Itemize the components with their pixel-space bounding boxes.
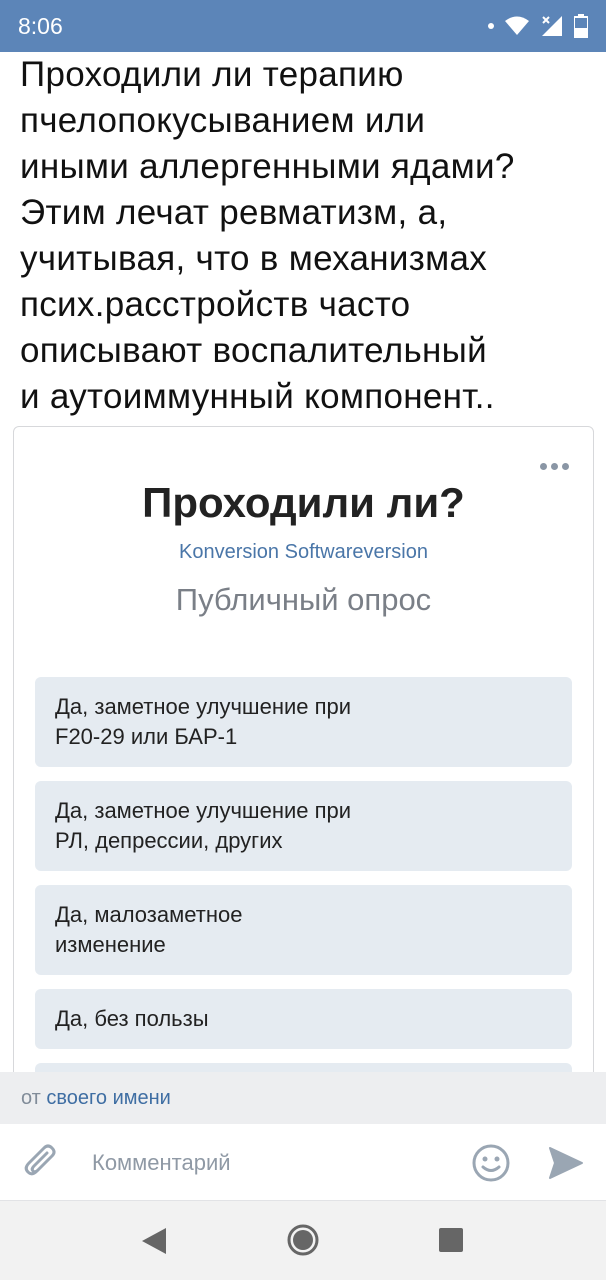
status-bar: 8:06: [0, 0, 606, 52]
poll-title: Проходили ли?: [142, 479, 465, 526]
poll-type: Публичный опрос: [175, 582, 432, 617]
paperclip-icon[interactable]: [22, 1142, 62, 1182]
post-as-prefix: от: [21, 1087, 41, 1109]
poll-option[interactable]: Да, без пользы: [35, 989, 572, 1049]
poll-option[interactable]: Да, заметное улучшение при РЛ, депрессии…: [35, 781, 572, 871]
status-time: 8:06: [18, 13, 63, 39]
comment-input[interactable]: [90, 1142, 454, 1184]
smiley-icon[interactable]: [470, 1142, 512, 1184]
poll-card: Проходили ли? Konversion Softwareversion…: [13, 426, 594, 1128]
battery-icon: [574, 14, 588, 38]
send-icon[interactable]: [547, 1144, 585, 1182]
status-icons: [488, 14, 588, 38]
post-text: Проходили ли терапию пчелопокусыванием и…: [20, 55, 515, 416]
notification-dot-icon: [488, 23, 494, 29]
poll-option[interactable]: Да, малозаметное изменение: [35, 885, 572, 975]
signal-icon: [542, 16, 562, 36]
post-as-bar: от своего имени: [0, 1072, 606, 1124]
system-nav-bar: [0, 1201, 606, 1280]
post-as-link[interactable]: своего имени: [46, 1087, 170, 1109]
more-dots-icon[interactable]: [540, 463, 569, 470]
wifi-icon: [505, 16, 529, 35]
back-icon[interactable]: [140, 1226, 168, 1256]
poll-author-link[interactable]: Konversion Softwareversion: [14, 539, 593, 565]
comment-bar: [0, 1124, 606, 1201]
home-icon[interactable]: [286, 1223, 320, 1257]
poll-option[interactable]: Да, заметное улучшение при F20-29 или БА…: [35, 677, 572, 767]
recents-icon[interactable]: [438, 1227, 464, 1253]
